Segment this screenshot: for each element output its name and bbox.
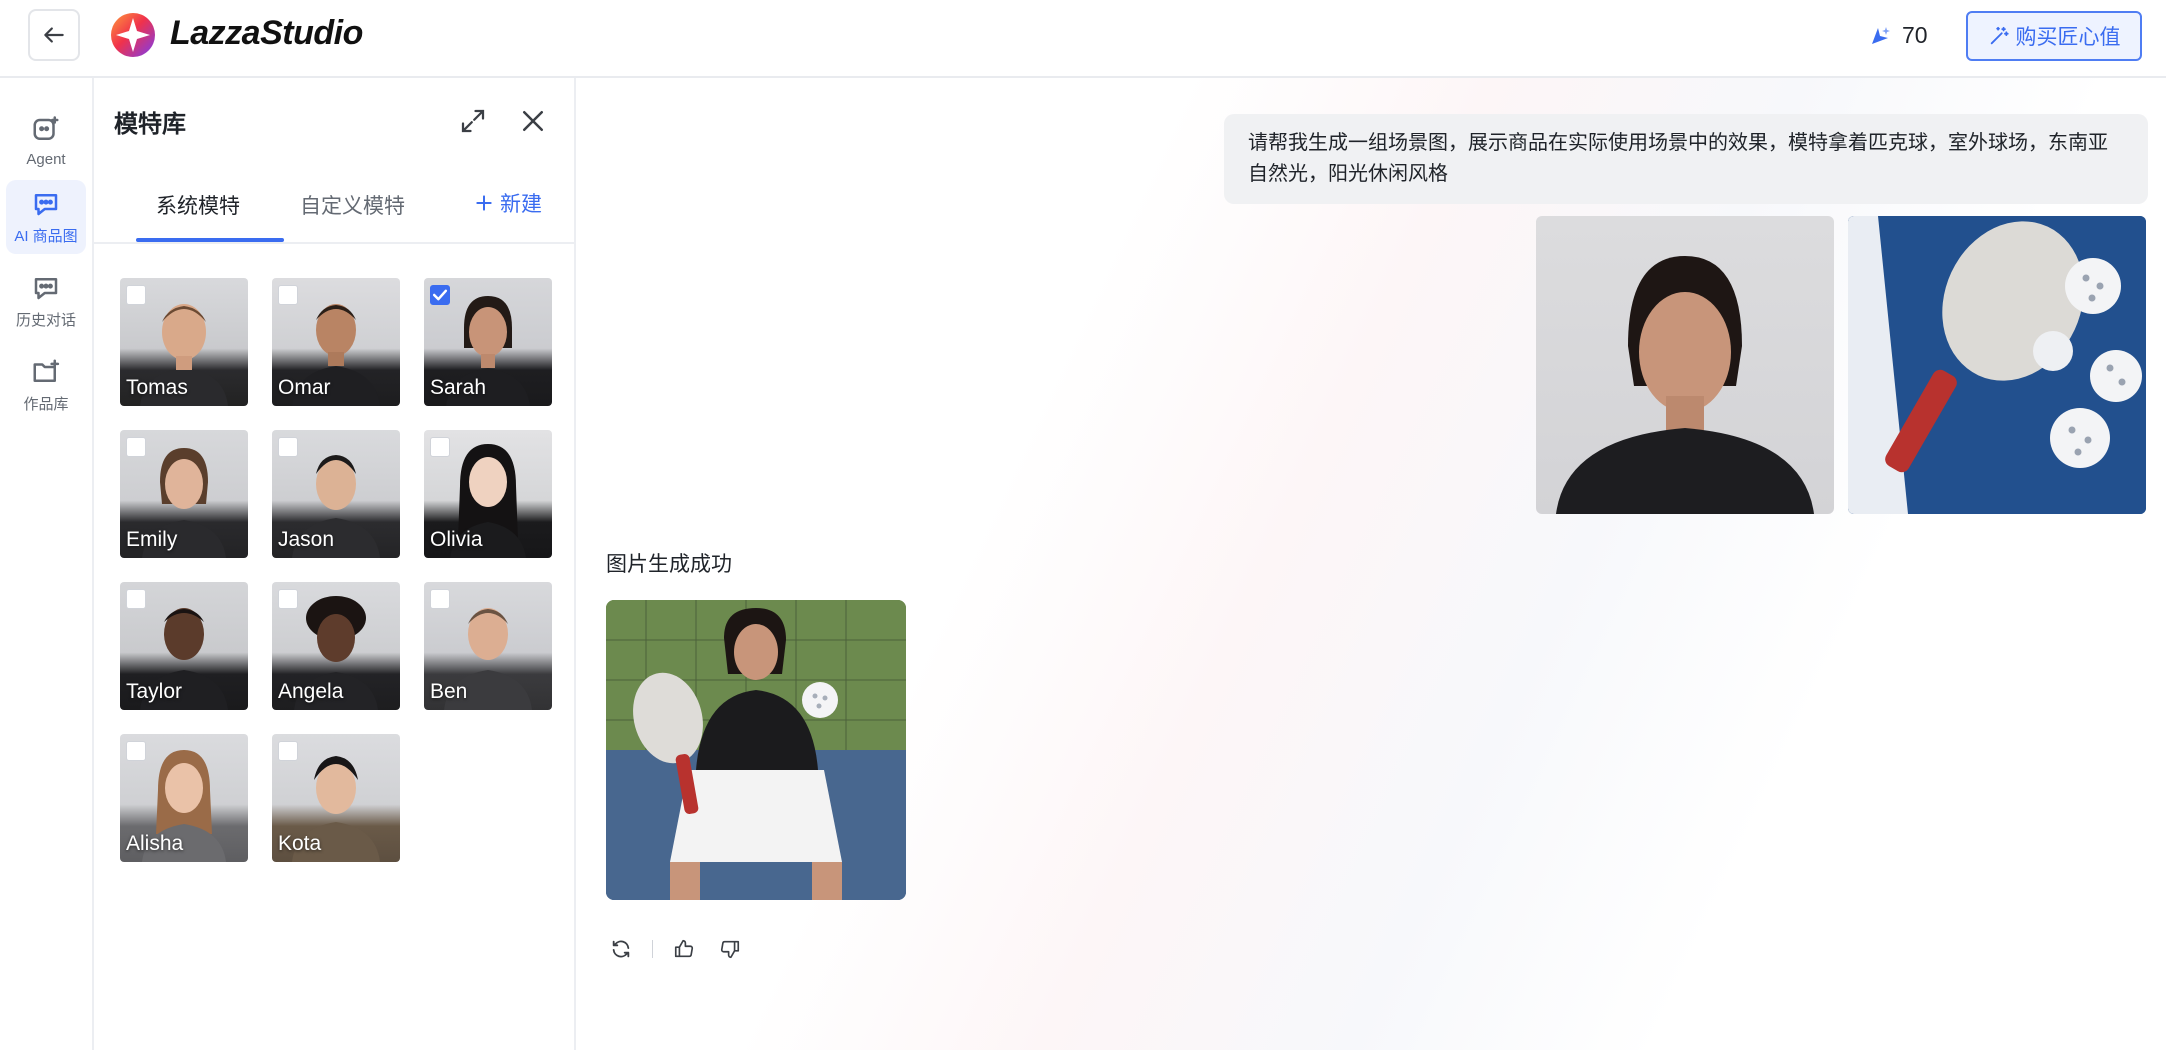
model-checkbox[interactable]: [430, 285, 450, 305]
model-checkbox[interactable]: [126, 437, 146, 457]
model-library-panel: 模特库 系统模特 自定义模特 新建 Tomas Omar Sarah Emily…: [94, 78, 576, 1050]
app-name: LazzaStudio: [170, 14, 363, 52]
model-card-alisha[interactable]: Alisha: [120, 734, 248, 862]
refresh-icon: [612, 940, 630, 958]
nav-history[interactable]: 历史对话: [6, 264, 86, 338]
model-name: Omar: [278, 376, 331, 399]
reference-model-image[interactable]: [1536, 216, 1834, 514]
tab-custom-models[interactable]: 自定义模特: [300, 190, 405, 220]
model-card-omar[interactable]: Omar: [272, 278, 400, 406]
model-checkbox[interactable]: [126, 285, 146, 305]
model-card-sarah[interactable]: Sarah: [424, 278, 552, 406]
left-nav-rail: Agent AI 商品图 历史对话 作品库: [0, 78, 94, 1050]
model-name: Alisha: [126, 832, 184, 855]
regenerate-button[interactable]: [606, 934, 636, 964]
panel-title: 模特库: [114, 111, 186, 138]
pickleball-product-photo: [1848, 216, 2146, 514]
nav-ai-product-image-label: AI 商品图: [14, 227, 78, 245]
credit-balance: 70: [1902, 22, 1928, 48]
chat-bubble-icon: [34, 193, 58, 215]
sparkle-icon: [1872, 27, 1890, 44]
model-card-olivia[interactable]: Olivia: [424, 430, 552, 558]
dislike-button[interactable]: [715, 934, 745, 964]
generation-status: 图片生成成功: [606, 553, 732, 576]
model-card-ben[interactable]: Ben: [424, 582, 552, 710]
model-name: Kota: [278, 832, 322, 855]
nav-ai-product-image[interactable]: AI 商品图: [6, 180, 86, 254]
model-checkbox[interactable]: [278, 589, 298, 609]
result-actions: [606, 934, 745, 964]
model-card-kota[interactable]: Kota: [272, 734, 400, 862]
reference-product-image[interactable]: [1848, 216, 2146, 514]
agent-icon: [33, 115, 59, 140]
model-card-taylor[interactable]: Taylor: [120, 582, 248, 710]
model-name: Angela: [278, 680, 344, 703]
new-model-label: 新建: [500, 193, 542, 216]
model-card-angela[interactable]: Angela: [272, 582, 400, 710]
expand-icon[interactable]: [458, 106, 488, 136]
history-chat-icon: [34, 277, 58, 299]
new-model-button[interactable]: 新建: [474, 188, 542, 218]
arrow-left-icon: [44, 27, 64, 43]
nav-works-label: 作品库: [23, 395, 69, 413]
model-name: Taylor: [126, 680, 183, 703]
model-name: Olivia: [430, 528, 483, 551]
nav-works[interactable]: 作品库: [6, 348, 86, 422]
model-checkbox[interactable]: [430, 437, 450, 457]
top-bar: LazzaStudio 70 购买匠心值: [0, 0, 2166, 78]
nav-agent-label: Agent: [26, 150, 66, 168]
model-card-jason[interactable]: Jason: [272, 430, 400, 558]
user-prompt-bubble: 请帮我生成一组场景图，展示商品在实际使用场景中的效果，模特拿着匹克球，室外球场，…: [1224, 114, 2148, 204]
generated-scene-photo: [606, 600, 906, 900]
magic-wand-icon: [1990, 26, 2009, 45]
model-name: Jason: [278, 528, 335, 551]
model-card-tomas[interactable]: Tomas: [120, 278, 248, 406]
model-checkbox[interactable]: [278, 285, 298, 305]
generated-image[interactable]: [606, 600, 906, 900]
nav-history-label: 历史对话: [15, 311, 76, 329]
thumbs-down-icon: [720, 940, 740, 959]
model-checkbox[interactable]: [126, 589, 146, 609]
folder-add-icon: [33, 359, 60, 382]
model-checkbox[interactable]: [430, 589, 450, 609]
checkmark-icon: [432, 289, 448, 301]
model-card-emily[interactable]: Emily: [120, 430, 248, 558]
like-button[interactable]: [669, 934, 699, 964]
lazza-logo-icon: [111, 13, 155, 57]
model-name: Sarah: [430, 376, 487, 399]
model-name: Ben: [430, 680, 468, 703]
model-checkbox[interactable]: [278, 437, 298, 457]
buy-credits-button[interactable]: 购买匠心值: [1966, 11, 2142, 61]
plus-icon: [476, 195, 492, 211]
model-portrait: [1556, 256, 1814, 514]
chat-area: 请帮我生成一组场景图，展示商品在实际使用场景中的效果，模特拿着匹克球，室外球场，…: [576, 78, 2166, 1050]
action-divider: [652, 940, 653, 958]
model-checkbox[interactable]: [278, 741, 298, 761]
tab-system-models[interactable]: 系统模特: [156, 190, 240, 220]
back-button[interactable]: [28, 9, 80, 61]
thumbs-up-icon: [674, 939, 694, 958]
model-checkbox[interactable]: [126, 741, 146, 761]
buy-credits-label: 购买匠心值: [2015, 26, 2121, 49]
close-icon[interactable]: [518, 106, 548, 136]
nav-agent[interactable]: Agent: [6, 104, 86, 178]
model-name: Emily: [126, 528, 178, 551]
model-name: Tomas: [126, 376, 188, 399]
tabs-divider: [94, 242, 574, 244]
